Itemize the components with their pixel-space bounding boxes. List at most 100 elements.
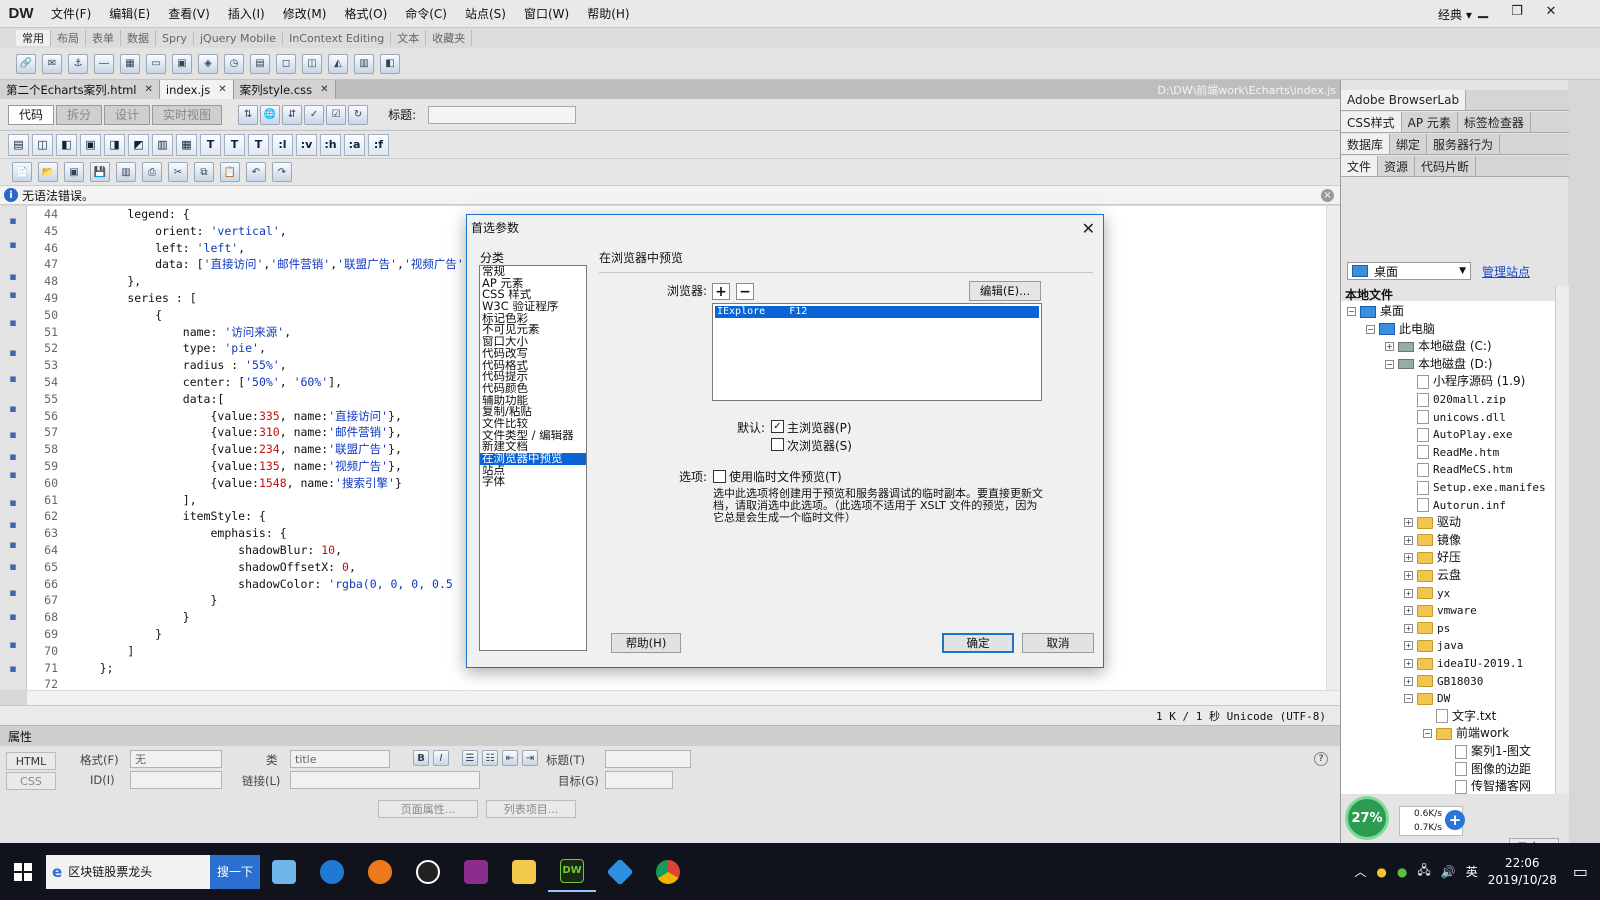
file-tree-item[interactable]: − 本地磁盘 (D:): [1385, 356, 1492, 373]
file-tree-item[interactable]: − 此电脑: [1366, 321, 1435, 338]
ordered-list-icon[interactable]: ☷: [482, 750, 498, 766]
category-item[interactable]: 代码改写: [480, 348, 586, 360]
format-select[interactable]: 无: [130, 750, 222, 768]
title-input[interactable]: [428, 105, 577, 124]
file-tree-item[interactable]: 文字.txt: [1423, 708, 1496, 725]
file-tree-item[interactable]: ReadMe.htm: [1404, 444, 1499, 461]
tag-chooser-icon[interactable]: ◧: [380, 53, 400, 74]
ok-button[interactable]: 确定: [942, 633, 1014, 653]
file-tree-item[interactable]: 020mall.zip: [1404, 391, 1506, 408]
category-item[interactable]: 辅助功能: [480, 395, 586, 407]
menu-item[interactable]: 修改(M): [274, 5, 336, 22]
css-mode-button[interactable]: CSS: [6, 772, 56, 790]
category-item[interactable]: 窗口大小: [480, 336, 586, 348]
code-snippet-button[interactable]: :f: [368, 133, 389, 156]
category-item[interactable]: AP 元素: [480, 278, 586, 290]
expand-toggle-icon[interactable]: +: [1404, 659, 1413, 668]
expand-toggle-icon[interactable]: +: [1404, 606, 1413, 616]
expand-toggle-icon[interactable]: +: [1404, 588, 1413, 598]
taskbar-app-settings[interactable]: [260, 852, 308, 892]
close-icon[interactable]: ✕: [218, 84, 226, 95]
taskbar-app-dreamweaver[interactable]: DW: [548, 852, 596, 892]
panel-tab[interactable]: 文件: [1341, 156, 1379, 176]
insert-tab[interactable]: 文本: [391, 30, 427, 46]
taskbar-app-qq[interactable]: [404, 852, 452, 892]
expand-all-icon[interactable]: ▪: [5, 316, 21, 330]
accelerate-icon[interactable]: +: [1445, 810, 1465, 830]
unordered-list-icon[interactable]: ☰: [462, 750, 478, 766]
insert-tab[interactable]: 表单: [86, 30, 121, 46]
expand-toggle-icon[interactable]: +: [1385, 342, 1394, 352]
document-tab[interactable]: 第二个Echarts案列.html ✕: [0, 80, 160, 99]
file-tree-item[interactable]: − DW: [1404, 690, 1450, 707]
close-icon[interactable]: ✕: [145, 84, 153, 95]
file-tree-item[interactable]: Autorun.inf: [1404, 497, 1506, 514]
category-item[interactable]: 文件类型 / 编辑器: [480, 430, 586, 442]
tag-tree-icon[interactable]: ▪: [5, 238, 21, 252]
file-tree-item[interactable]: − 前端work: [1423, 725, 1509, 742]
id-select[interactable]: [130, 771, 222, 789]
close-icon[interactable]: ✕: [320, 84, 328, 95]
select-parent-icon[interactable]: ▪: [5, 346, 21, 360]
primary-browser-checkbox[interactable]: ✓: [771, 420, 784, 433]
image-icon[interactable]: ▣: [172, 53, 192, 74]
code-snippet-button[interactable]: :a: [344, 133, 365, 156]
collapse-selection-icon[interactable]: ▣: [80, 133, 101, 156]
menu-item[interactable]: 窗口(W): [515, 5, 578, 22]
menu-item[interactable]: 命令(C): [396, 5, 456, 22]
collapse-tag-icon[interactable]: ◧: [56, 133, 77, 156]
target-select[interactable]: [605, 771, 673, 789]
help-button[interactable]: 帮助(H): [611, 633, 681, 653]
remove-comment-icon[interactable]: ▪: [5, 518, 21, 532]
show-code-nav-icon[interactable]: ◫: [32, 133, 53, 156]
close-icon[interactable]: ×: [1321, 189, 1334, 202]
insert-div-icon[interactable]: ▭: [146, 53, 166, 74]
vertical-scrollbar[interactable]: [1326, 206, 1340, 690]
panel-tab[interactable]: 资源: [1378, 156, 1416, 176]
category-item[interactable]: 代码颜色: [480, 383, 586, 395]
file-tree-item[interactable]: 传智播客网: [1442, 778, 1531, 795]
horizontal-rule-icon[interactable]: ―: [94, 53, 114, 74]
save-all-icon[interactable]: ▥: [116, 162, 136, 182]
file-tree-item[interactable]: − 桌面: [1347, 303, 1404, 320]
insert-tab[interactable]: 数据: [121, 30, 156, 46]
file-tree-item[interactable]: + GB18030: [1404, 673, 1483, 690]
validate-icon[interactable]: ☑: [326, 104, 347, 125]
format-source-icon[interactable]: ▪: [5, 662, 21, 676]
browser-list-item[interactable]: IExplore F12: [715, 306, 1039, 318]
menu-item[interactable]: 查看(V): [159, 5, 219, 22]
expand-toggle-icon[interactable]: −: [1385, 359, 1394, 369]
expand-toggle-icon[interactable]: −: [1423, 729, 1432, 739]
move-css-icon[interactable]: ▪: [5, 586, 21, 600]
print-icon[interactable]: ⎙: [142, 162, 162, 182]
panel-tab[interactable]: 绑定: [1390, 134, 1428, 154]
file-tree-item[interactable]: 案列1-图文: [1442, 743, 1531, 760]
collapse-full-tag-icon[interactable]: ▪: [5, 270, 21, 284]
insert-tab[interactable]: 布局: [51, 30, 86, 46]
taskbar-search-box[interactable]: e 区块链股票龙头: [46, 854, 210, 889]
category-item[interactable]: 新建文档: [480, 441, 586, 453]
tree-scrollbar[interactable]: [1555, 286, 1569, 876]
file-tree-item[interactable]: + 好压: [1404, 549, 1461, 566]
indent-code-icon[interactable]: ▪: [5, 610, 21, 624]
wrap-tag-icon[interactable]: ▪: [5, 538, 21, 552]
category-item[interactable]: 常规: [480, 266, 586, 278]
date-icon[interactable]: ◷: [224, 53, 244, 74]
code-snippet-button[interactable]: :v: [296, 133, 317, 156]
close-icon[interactable]: ✕: [1534, 0, 1568, 22]
edit-browser-button[interactable]: 编辑(E)...: [969, 281, 1041, 301]
collapse-selection-icon[interactable]: ▪: [5, 288, 21, 302]
file-tree-item[interactable]: + ps: [1404, 620, 1450, 637]
indent-icon[interactable]: ⇥: [522, 750, 538, 766]
outdent-icon[interactable]: ⇤: [502, 750, 518, 766]
recent-snippets-icon[interactable]: ▪: [5, 560, 21, 574]
menu-item[interactable]: 文件(F): [42, 5, 100, 22]
menu-item[interactable]: 编辑(E): [100, 5, 159, 22]
email-link-icon[interactable]: ✉: [42, 53, 62, 74]
restore-icon[interactable]: ❐: [1500, 0, 1534, 22]
expand-toggle-icon[interactable]: +: [1404, 641, 1413, 651]
text-t2-icon[interactable]: T: [224, 133, 245, 156]
panel-tab[interactable]: 标签检查器: [1458, 112, 1531, 132]
copy-icon[interactable]: ⧉: [194, 162, 214, 182]
hyperlink-icon[interactable]: 🔗: [16, 53, 36, 74]
